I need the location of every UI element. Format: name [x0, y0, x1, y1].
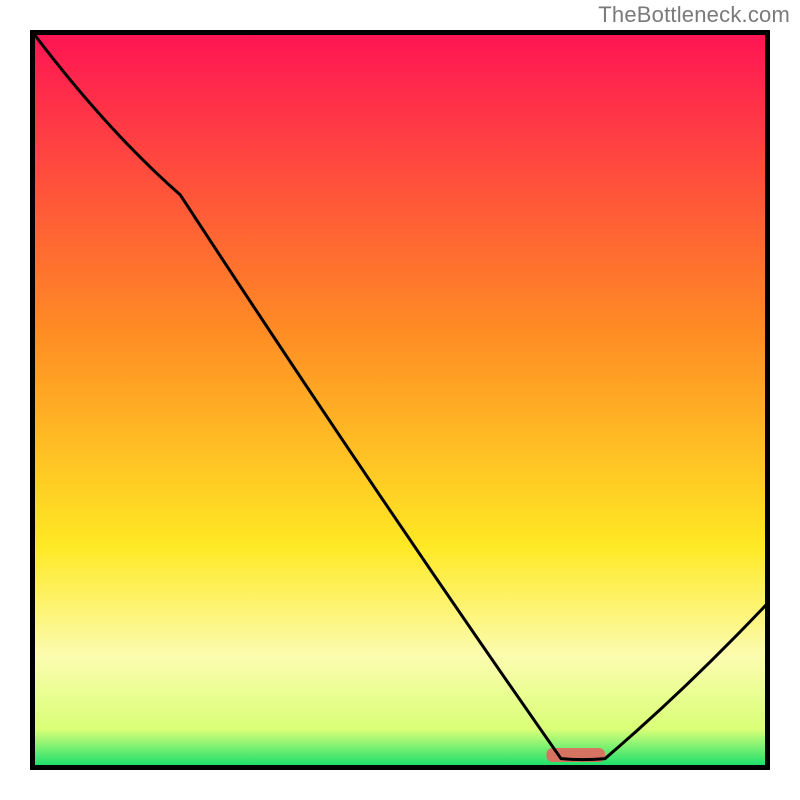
- bottleneck-chart: [30, 30, 770, 770]
- gradient-background: [34, 34, 766, 766]
- chart-svg: [30, 30, 770, 770]
- attribution-label: TheBottleneck.com: [598, 2, 790, 28]
